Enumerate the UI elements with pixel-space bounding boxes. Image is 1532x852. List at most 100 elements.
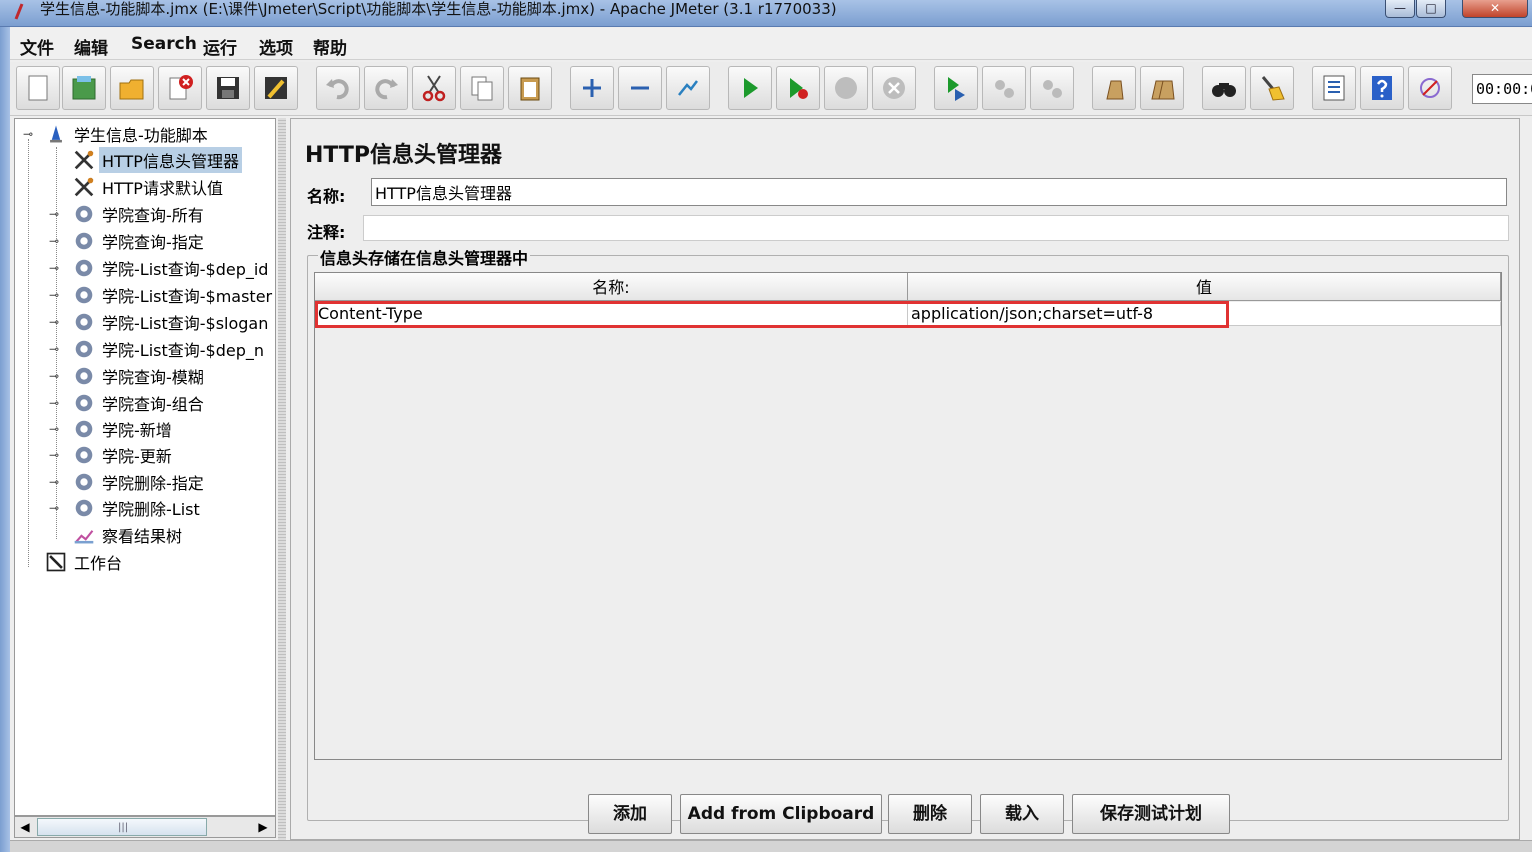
start-button[interactable] bbox=[728, 66, 772, 110]
pane-splitter[interactable] bbox=[278, 118, 286, 840]
open-button[interactable] bbox=[110, 66, 154, 110]
function-helper-button[interactable] bbox=[1312, 66, 1356, 110]
menu-edit[interactable]: 编辑 bbox=[74, 34, 108, 59]
undo-button[interactable] bbox=[316, 66, 360, 110]
gear-icon bbox=[71, 363, 97, 389]
remote-stop-button[interactable] bbox=[982, 66, 1026, 110]
tree-item-add[interactable]: ⊸ 学院-新增 bbox=[49, 416, 175, 442]
maximize-button[interactable]: □ bbox=[1416, 0, 1446, 18]
save-test-plan-button[interactable]: 保存测试计划 bbox=[1072, 794, 1230, 834]
stop-button[interactable] bbox=[824, 66, 868, 110]
collapse-all-button[interactable] bbox=[618, 66, 662, 110]
menu-file[interactable]: 文件 bbox=[20, 34, 54, 59]
column-header-value[interactable]: 值 bbox=[908, 273, 1501, 301]
remote-start-button[interactable] bbox=[934, 66, 978, 110]
tree-item-http-header-manager[interactable]: HTTP信息头管理器 bbox=[71, 147, 242, 173]
search-button[interactable] bbox=[1202, 66, 1246, 110]
header-manager-panel: HTTP信息头管理器 名称: 注释: 信息头存储在信息头管理器中 名称: 值 C… bbox=[290, 118, 1520, 840]
expand-toggle-icon[interactable]: ⊸ bbox=[49, 262, 61, 274]
name-input[interactable] bbox=[371, 178, 1507, 206]
new-button[interactable] bbox=[16, 66, 60, 110]
expand-toggle-icon[interactable]: ⊸ bbox=[49, 449, 61, 461]
menu-search[interactable]: Search bbox=[131, 34, 197, 54]
paste-button[interactable] bbox=[508, 66, 552, 110]
copy-button[interactable] bbox=[460, 66, 504, 110]
menu-run[interactable]: 运行 bbox=[203, 34, 237, 59]
status-strip bbox=[10, 840, 1532, 852]
gear-icon bbox=[71, 390, 97, 416]
cut-button[interactable] bbox=[412, 66, 456, 110]
expand-toggle-icon[interactable]: ⊸ bbox=[49, 370, 61, 382]
tree-item-label: 学院查询-组合 bbox=[102, 395, 204, 414]
page-title: HTTP信息头管理器 bbox=[305, 143, 503, 168]
load-button[interactable]: 载入 bbox=[980, 794, 1064, 834]
expand-toggle-icon[interactable]: ⊸ bbox=[49, 235, 61, 247]
tree-item-query-fuzzy[interactable]: ⊸ 学院查询-模糊 bbox=[49, 363, 207, 389]
tree-item-query-combined[interactable]: ⊸ 学院查询-组合 bbox=[49, 390, 207, 416]
delete-button[interactable]: 删除 bbox=[888, 794, 972, 834]
table-cell-name[interactable]: Content-Type bbox=[315, 302, 908, 326]
undo-icon bbox=[326, 79, 349, 100]
elapsed-timer: 00:00:00 bbox=[1472, 74, 1532, 104]
tree-item-query-all[interactable]: ⊸ 学院查询-所有 bbox=[49, 201, 207, 227]
shutdown-button[interactable] bbox=[872, 66, 916, 110]
tree-item-http-defaults[interactable]: HTTP请求默认值 bbox=[71, 174, 226, 200]
expand-toggle-icon[interactable]: ⊸ bbox=[49, 476, 61, 488]
toggle-icon bbox=[678, 80, 698, 96]
scroll-right-icon[interactable]: ▶ bbox=[253, 818, 273, 836]
gear-icon bbox=[71, 255, 97, 281]
log-viewer-button[interactable] bbox=[1408, 66, 1452, 110]
tree-item-view-results-tree[interactable]: 察看结果树 bbox=[71, 522, 185, 548]
tree-item-delete-list[interactable]: ⊸ 学院删除-List bbox=[49, 495, 203, 521]
headers-table[interactable]: 名称: 值 Content-Type application/json;char… bbox=[314, 272, 1502, 760]
help-button[interactable] bbox=[1360, 66, 1404, 110]
expand-toggle-icon[interactable]: ⊸ bbox=[49, 343, 61, 355]
save-button[interactable] bbox=[206, 66, 250, 110]
tree-item-delete-specified[interactable]: ⊸ 学院删除-指定 bbox=[49, 469, 207, 495]
save-as-button[interactable] bbox=[254, 66, 298, 110]
tree-item-list-master[interactable]: ⊸ 学院-List查询-$master bbox=[49, 282, 275, 308]
tree-root[interactable]: ⊸ 学生信息-功能脚本 bbox=[21, 121, 211, 147]
minimize-button[interactable]: — bbox=[1385, 0, 1415, 18]
scrollbar-thumb[interactable]: ||| bbox=[37, 818, 207, 836]
tree-root-label: 学生信息-功能脚本 bbox=[74, 126, 208, 145]
scroll-left-icon[interactable]: ◀ bbox=[15, 818, 35, 836]
remote-shutdown-icon bbox=[1043, 80, 1062, 98]
tree-item-list-dep-id[interactable]: ⊸ 学院-List查询-$dep_id bbox=[49, 255, 271, 281]
expand-toggle-icon[interactable]: ⊸ bbox=[49, 316, 61, 328]
close-button[interactable] bbox=[158, 66, 202, 110]
toggle-button[interactable] bbox=[666, 66, 710, 110]
templates-button[interactable] bbox=[62, 66, 106, 110]
expand-toggle-icon[interactable]: ⊸ bbox=[49, 502, 61, 514]
menu-options[interactable]: 选项 bbox=[259, 34, 293, 59]
expand-toggle-icon[interactable]: ⊸ bbox=[49, 208, 61, 220]
menu-help[interactable]: 帮助 bbox=[313, 34, 347, 59]
comment-input[interactable] bbox=[363, 215, 1509, 241]
reset-search-button[interactable] bbox=[1250, 66, 1294, 110]
expand-toggle-icon[interactable]: ⊸ bbox=[49, 423, 61, 435]
test-plan-tree[interactable]: ⊸ 学生信息-功能脚本 HTTP信息头管理器 HTTP请求默认值 ⊸ 学院查询-… bbox=[14, 118, 276, 816]
tree-line bbox=[28, 139, 29, 567]
redo-button[interactable] bbox=[364, 66, 408, 110]
add-button[interactable]: 添加 bbox=[588, 794, 672, 834]
save-icon bbox=[217, 77, 239, 99]
tree-item-query-specified[interactable]: ⊸ 学院查询-指定 bbox=[49, 228, 207, 254]
expand-all-button[interactable] bbox=[570, 66, 614, 110]
tree-item-list-dep-name[interactable]: ⊸ 学院-List查询-$dep_n bbox=[49, 336, 267, 362]
close-window-button[interactable]: ✕ bbox=[1462, 0, 1528, 18]
toolbar: 00:00:00 bbox=[10, 62, 1532, 116]
tree-item-list-slogan[interactable]: ⊸ 学院-List查询-$slogan bbox=[49, 309, 271, 335]
tree-item-update[interactable]: ⊸ 学院-更新 bbox=[49, 442, 175, 468]
table-cell-value[interactable]: application/json;charset=utf-8 bbox=[908, 302, 1501, 326]
start-no-pause-button[interactable] bbox=[776, 66, 820, 110]
expand-toggle-icon[interactable]: ⊸ bbox=[49, 397, 61, 409]
expand-toggle-icon[interactable]: ⊸ bbox=[49, 289, 61, 301]
tree-workbench[interactable]: 工作台 bbox=[43, 549, 125, 575]
add-from-clipboard-button[interactable]: Add from Clipboard bbox=[680, 794, 882, 834]
collapse-toggle-icon[interactable]: ⊸ bbox=[23, 128, 35, 140]
clear-all-button[interactable] bbox=[1140, 66, 1184, 110]
tree-horizontal-scrollbar[interactable]: ◀ ||| ▶ bbox=[14, 816, 276, 838]
remote-shutdown-button[interactable] bbox=[1030, 66, 1074, 110]
clear-button[interactable] bbox=[1092, 66, 1136, 110]
column-header-name[interactable]: 名称: bbox=[315, 273, 908, 301]
